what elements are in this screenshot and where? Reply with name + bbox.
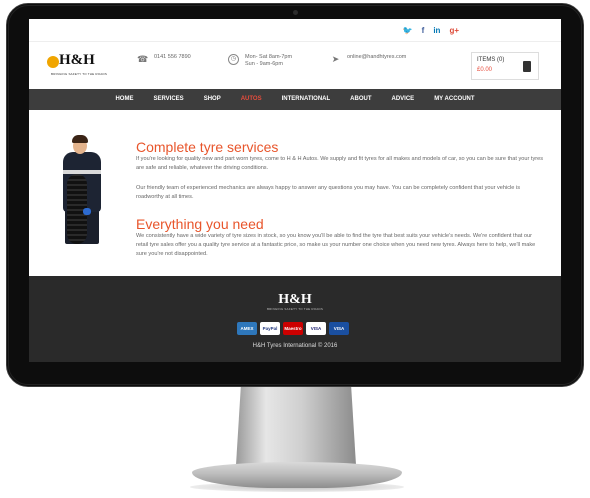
nav-shop[interactable]: SHOP — [194, 89, 231, 110]
email-info: ➤ online@handhtyres.com — [330, 54, 407, 65]
site-header: H&H BRINGING SAFETY TO THE ROADS ☎ 0141 … — [29, 41, 561, 89]
glove — [83, 208, 91, 215]
clock-icon: ◷ — [228, 54, 239, 65]
google-plus-icon[interactable]: g+ — [449, 27, 459, 35]
twitter-icon[interactable]: 🐦 — [403, 27, 413, 35]
main-nav: HOME SERVICES SHOP AUTOS INTERNATIONAL A… — [29, 89, 561, 110]
nav-services[interactable]: SERVICES — [143, 89, 193, 110]
hours-info: ◷ Mon- Sat 8am-7pm Sun - 9am-6pm — [228, 54, 292, 68]
hours-sunday: Sun - 9am-6pm — [245, 61, 283, 67]
mechanic-image — [59, 130, 107, 248]
main-content: Complete tyre services If you're looking… — [29, 110, 561, 276]
nav-my-account[interactable]: MY ACCOUNT — [424, 89, 484, 110]
footer-logo[interactable]: H&H — [29, 292, 561, 308]
social-links: 🐦 f in g+ — [403, 27, 459, 35]
opening-hours: Mon- Sat 8am-7pm Sun - 9am-6pm — [245, 54, 292, 68]
monitor-stand-base — [192, 462, 402, 488]
paypal-card-icon: PayPal — [260, 322, 280, 335]
nav-autos[interactable]: AUTOS — [231, 89, 272, 110]
mechanic-hair — [72, 135, 88, 143]
cart-widget[interactable]: ITEMS (0) £0.00 — [471, 52, 539, 80]
paper-plane-icon: ➤ — [331, 54, 340, 64]
phone-number: 0141 556 7890 — [154, 54, 191, 60]
heading-everything-you-need: Everything you need — [136, 216, 264, 232]
heading-complete-tyre-services: Complete tyre services — [136, 139, 279, 155]
phone-info: ☎ 0141 556 7890 — [137, 54, 191, 65]
monitor-mockup: 🐦 f in g+ H&H BRINGING SAFETY TO THE ROA… — [0, 0, 590, 498]
cart-price: £0.00 — [477, 67, 493, 73]
footer-logo-tagline: BRINGING SAFETY TO THE ROADS — [266, 307, 324, 311]
site-footer: H&H BRINGING SAFETY TO THE ROADS AMEX Pa… — [29, 276, 561, 362]
nav-about[interactable]: ABOUT — [340, 89, 381, 110]
camera-dot — [293, 10, 298, 15]
site-logo[interactable]: H&H BRINGING SAFETY TO THE ROADS — [45, 50, 108, 82]
mechanic-stripe — [63, 170, 101, 174]
cart-items-label: ITEMS — [477, 57, 496, 63]
logo-tagline: BRINGING SAFETY TO THE ROADS — [51, 72, 108, 76]
logo-emblem — [47, 56, 59, 68]
top-bar: 🐦 f in g+ — [29, 19, 561, 41]
facebook-icon[interactable]: f — [422, 27, 425, 35]
nav-home[interactable]: HOME — [105, 89, 143, 110]
linkedin-icon[interactable]: in — [433, 27, 440, 35]
nav-advice[interactable]: ADVICE — [382, 89, 425, 110]
shopping-bag-icon — [523, 61, 531, 72]
paragraph-team: Our friendly team of experienced mechani… — [136, 185, 521, 200]
phone-icon: ☎ — [137, 54, 149, 64]
copyright-text: H&H Tyres International © 2016 — [252, 343, 338, 349]
hours-weekday: Mon- Sat 8am-7pm — [245, 54, 293, 60]
payment-methods: AMEX PayPal Maestro VISA VISA — [237, 322, 349, 335]
email-address[interactable]: online@handhtyres.com — [347, 54, 406, 61]
cart-items: ITEMS (0) — [477, 57, 504, 63]
logo-text: H&H — [59, 52, 95, 68]
paragraph-stock: We consistently have a wide variety of t… — [136, 233, 536, 257]
visa-electron-card-icon: VISA — [329, 322, 349, 335]
website-screen: 🐦 f in g+ H&H BRINGING SAFETY TO THE ROA… — [29, 19, 561, 362]
amex-card-icon: AMEX — [237, 322, 257, 335]
nav-international[interactable]: INTERNATIONAL — [272, 89, 341, 110]
maestro-card-icon: Maestro — [283, 322, 303, 335]
cart-items-count: (0) — [497, 57, 505, 63]
paragraph-intro: If you're looking for quality new and pa… — [136, 156, 544, 171]
visa-card-icon: VISA — [306, 322, 326, 335]
monitor-stand-neck — [236, 387, 356, 465]
